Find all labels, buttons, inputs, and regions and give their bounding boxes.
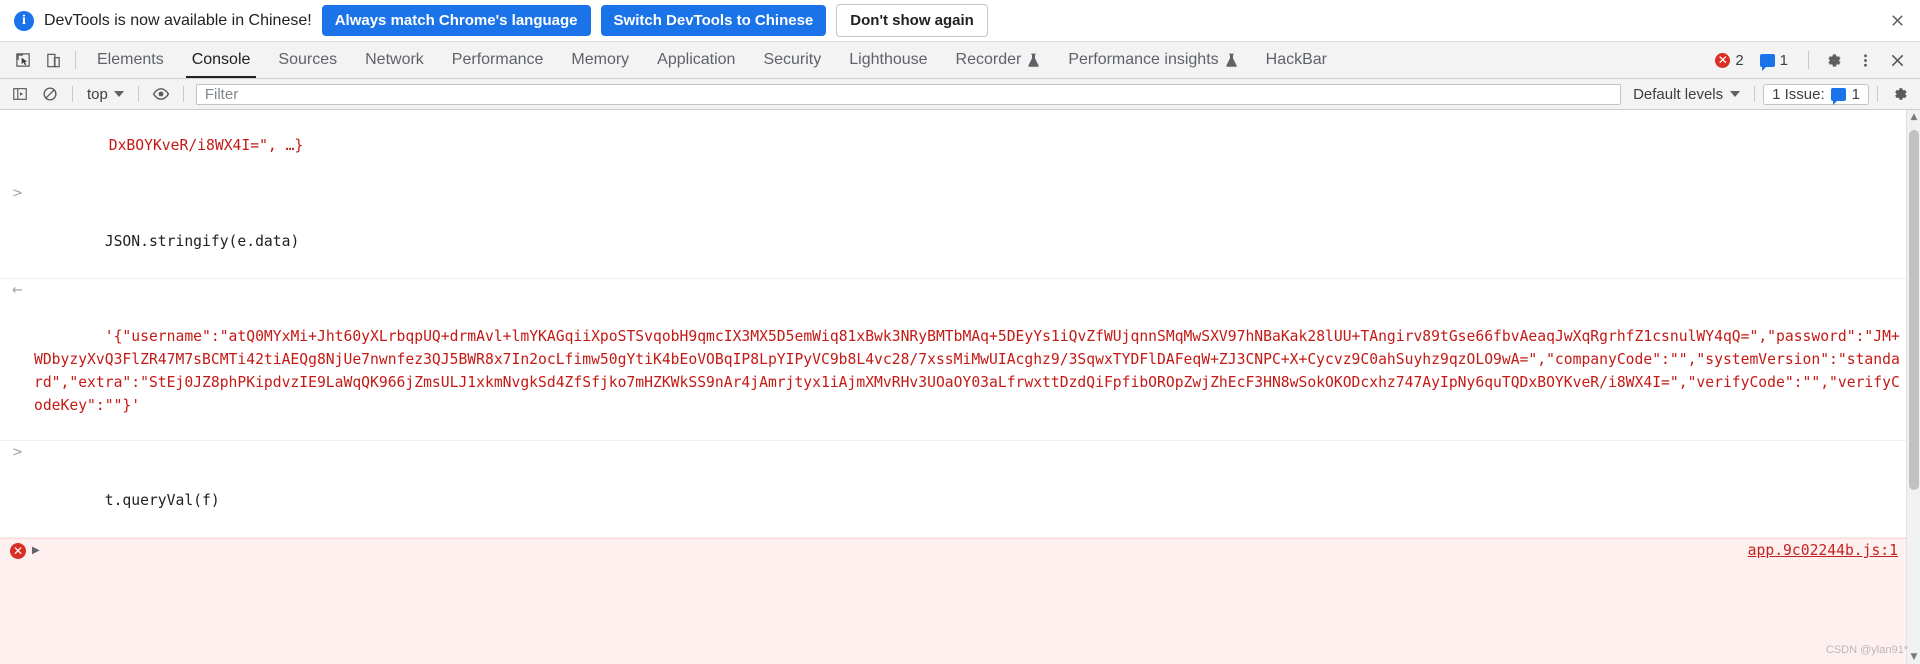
language-infobar: i DevTools is now available in Chinese! … xyxy=(0,0,1920,42)
speech-bubble-icon xyxy=(1759,53,1775,71)
tab-hackbar[interactable]: HackBar xyxy=(1252,42,1341,78)
tab-label: Sources xyxy=(278,51,338,68)
infobar-message: DevTools is now available in Chinese! xyxy=(44,11,312,29)
issue-counters: ✕ 2 1 xyxy=(1704,48,1799,73)
gear-icon[interactable] xyxy=(1886,81,1914,107)
console-input-row[interactable]: > t.queryVal(f) xyxy=(0,441,1906,538)
issues-counter-pill[interactable]: 1 Issue: 1 xyxy=(1763,83,1869,105)
device-toolbar-icon[interactable] xyxy=(38,45,68,75)
clear-console-icon[interactable] xyxy=(36,81,64,107)
error-x-icon: ✕ xyxy=(1715,52,1731,68)
tab-memory[interactable]: Memory xyxy=(557,42,643,78)
input-expression: t.queryVal(f) xyxy=(104,492,220,509)
tab-elements[interactable]: Elements xyxy=(83,42,178,78)
console-error-row[interactable]: ✕ ▶ app.9c02244b.js:1 Uncaught TypeError… xyxy=(0,538,1906,664)
toolbar-divider xyxy=(75,51,76,69)
tab-label: Network xyxy=(365,51,424,68)
toolbar-divider xyxy=(1877,86,1878,102)
console-filter-toolbar: top Default levels 1 Issue: 1 xyxy=(0,79,1920,110)
output-string-value: '{"username":"atQ0MYxMi+Jht60yXLrbqpUQ+d… xyxy=(34,328,1900,414)
filter-input[interactable] xyxy=(195,83,1622,105)
error-x-icon: ✕ xyxy=(10,543,26,559)
javascript-context-selector[interactable]: top xyxy=(81,84,130,105)
tab-label: Performance xyxy=(451,51,544,68)
devtools-tabbar: Elements Console Sources Network Perform… xyxy=(0,42,1920,79)
tabbar-right-controls: ✕ 2 1 xyxy=(1704,45,1914,75)
error-source-link[interactable]: app.9c02244b.js:1 xyxy=(1748,539,1898,563)
more-vertical-icon[interactable] xyxy=(1850,45,1880,75)
dont-show-again-button[interactable]: Don't show again xyxy=(836,3,988,38)
issues-label: 1 Issue: xyxy=(1772,85,1825,103)
error-count-label: 2 xyxy=(1735,51,1744,69)
chevron-down-icon xyxy=(1730,91,1741,97)
error-count-badge[interactable]: ✕ 2 xyxy=(1708,50,1750,71)
tab-label: HackBar xyxy=(1265,51,1328,68)
console-scroll-area: DxBOYKveR/i8WX4I=", …} > JSON.stringify(… xyxy=(0,110,1906,664)
message-count-badge[interactable]: 1 xyxy=(1753,50,1795,71)
toolbar-divider xyxy=(72,86,73,102)
tab-label: Performance insights xyxy=(1068,51,1219,68)
truncated-string: DxBOYKveR/i8WX4I=", …} xyxy=(108,137,304,154)
switch-devtools-language-button[interactable]: Switch DevTools to Chinese xyxy=(600,4,827,37)
message-count-label: 1 xyxy=(1779,51,1788,69)
console-input-row[interactable]: > JSON.stringify(e.data) xyxy=(0,182,1906,279)
tab-performance[interactable]: Performance xyxy=(438,42,558,78)
input-expression: JSON.stringify(e.data) xyxy=(104,233,300,250)
tab-recorder[interactable]: Recorder xyxy=(942,42,1055,78)
watermark: CSDN @ylan91* xyxy=(1825,644,1908,656)
tab-console[interactable]: Console xyxy=(178,42,265,78)
speech-bubble-icon xyxy=(1830,87,1846,105)
tab-label: Lighthouse xyxy=(849,51,928,68)
console-row-truncated: DxBOYKveR/i8WX4I=", …} xyxy=(0,110,1906,182)
scroll-down-arrow-icon[interactable]: ▼ xyxy=(1907,650,1920,664)
tab-application[interactable]: Application xyxy=(643,42,749,78)
gear-icon[interactable] xyxy=(1818,45,1848,75)
tab-label: Console xyxy=(191,51,251,68)
toolbar-divider xyxy=(1754,86,1756,102)
input-marker: > xyxy=(12,445,23,460)
tab-sources[interactable]: Sources xyxy=(264,42,351,78)
live-expression-icon[interactable] xyxy=(147,81,175,107)
log-levels-label: Default levels xyxy=(1633,85,1724,103)
close-icon[interactable] xyxy=(1884,8,1910,34)
toolbar-divider xyxy=(1808,51,1809,69)
toolbar-divider xyxy=(182,86,184,102)
tab-label: Application xyxy=(657,51,736,68)
toolbar-divider xyxy=(137,86,139,102)
tab-lighthouse[interactable]: Lighthouse xyxy=(835,42,941,78)
devtools-window: i DevTools is now available in Chinese! … xyxy=(0,0,1920,664)
scrollbar-thumb[interactable] xyxy=(1909,130,1919,490)
chevron-down-icon xyxy=(113,91,124,97)
tab-performance-insights[interactable]: Performance insights xyxy=(1054,42,1251,78)
console-output-row: ← '{"username":"atQ0MYxMi+Jht60yXLrbqpUQ… xyxy=(0,279,1906,441)
context-label: top xyxy=(87,85,108,103)
input-marker: > xyxy=(12,186,23,201)
tab-security[interactable]: Security xyxy=(749,42,835,78)
scroll-up-arrow-icon[interactable]: ▲ xyxy=(1907,110,1920,124)
issues-count: 1 xyxy=(1851,85,1860,103)
info-icon: i xyxy=(14,10,34,31)
tab-label: Security xyxy=(763,51,822,68)
tab-label: Recorder xyxy=(955,51,1022,68)
console-sidebar-icon[interactable] xyxy=(6,81,34,107)
experiment-flask-icon xyxy=(1225,53,1238,68)
output-marker: ← xyxy=(12,283,23,298)
always-match-language-button[interactable]: Always match Chrome's language xyxy=(321,4,591,37)
console-output[interactable]: DxBOYKveR/i8WX4I=", …} > JSON.stringify(… xyxy=(0,110,1920,664)
experiment-flask-icon xyxy=(1027,53,1040,68)
panel-tabs: Elements Console Sources Network Perform… xyxy=(83,42,1341,78)
inspect-element-icon[interactable] xyxy=(8,45,38,75)
log-levels-selector[interactable]: Default levels xyxy=(1627,84,1746,105)
console-scrollbar[interactable]: ▲ ▼ xyxy=(1906,110,1920,664)
tab-label: Memory xyxy=(571,51,630,68)
close-icon[interactable] xyxy=(1882,45,1912,75)
tab-label: Elements xyxy=(97,51,164,68)
chevron-right-icon[interactable]: ▶ xyxy=(32,539,40,563)
tab-network[interactable]: Network xyxy=(351,42,438,78)
